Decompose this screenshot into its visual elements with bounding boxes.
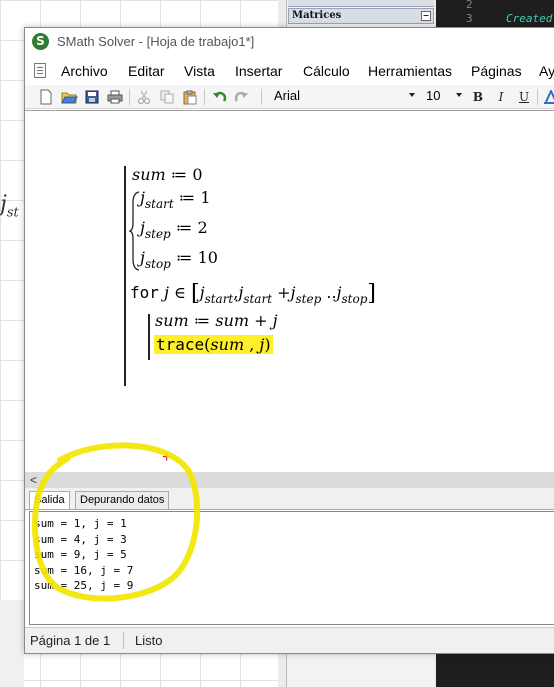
- status-page-count: Página 1 de 1: [30, 633, 111, 648]
- jstep-assign-expr[interactable]: jstep ≔ 2: [140, 218, 208, 241]
- size-dropdown-icon[interactable]: [456, 93, 462, 97]
- output-panel[interactable]: sum = 1, j = 1 sum = 4, j = 3 sum = 9, j…: [29, 511, 554, 625]
- new-document-icon[interactable]: [37, 88, 55, 106]
- document-menu-icon[interactable]: [34, 63, 46, 78]
- status-state: Listo: [135, 633, 163, 648]
- tab-salida[interactable]: Salida: [29, 491, 70, 509]
- program-block-bar: [124, 166, 126, 386]
- menu-calculo[interactable]: Cálculo: [303, 63, 350, 79]
- output-line: sum = 4, j = 3: [34, 532, 127, 546]
- line-number: 3: [466, 12, 473, 25]
- smath-app-icon[interactable]: S: [32, 33, 49, 50]
- font-family-select[interactable]: Arial: [270, 86, 420, 106]
- loop-body-bar: [148, 314, 150, 360]
- desktop: jst Matrices − 2 3 Created S SMath Solve…: [0, 0, 554, 687]
- print-icon[interactable]: [106, 88, 124, 106]
- trace-call-expr[interactable]: trace(sum , j): [154, 335, 273, 354]
- insertion-cursor: +: [162, 449, 172, 466]
- menu-paginas[interactable]: Páginas: [471, 63, 522, 79]
- matrices-panel-label: Matrices: [292, 10, 342, 21]
- for-loop-header[interactable]: for j ∈ [jstart,jstart +jstep ..jstop]: [130, 281, 376, 306]
- menu-bar: Archivo Editar Vista Insertar Cálculo He…: [25, 58, 554, 84]
- save-icon[interactable]: [83, 88, 101, 106]
- output-line: sum = 25, j = 9: [34, 579, 134, 592]
- menu-insertar[interactable]: Insertar: [235, 63, 282, 79]
- background-math-fragment: jst: [0, 192, 19, 221]
- cut-icon[interactable]: [135, 88, 153, 106]
- scroll-left-icon[interactable]: <: [30, 473, 37, 487]
- bold-button[interactable]: B: [470, 88, 486, 106]
- open-folder-icon[interactable]: [60, 88, 78, 106]
- matrices-panel-header[interactable]: Matrices −: [288, 8, 434, 24]
- jstop-assign-expr[interactable]: jstop ≔ 10: [140, 248, 218, 271]
- window-title: SMath Solver - [Hoja de trabajo1*]: [57, 34, 255, 49]
- background-strip: [0, 600, 24, 687]
- sum-update-expr[interactable]: sum ≔ sum + j: [155, 311, 278, 330]
- underline-button[interactable]: U: [516, 88, 532, 106]
- copy-icon[interactable]: [158, 88, 176, 106]
- redo-icon[interactable]: [233, 88, 251, 106]
- horizontal-scrollbar[interactable]: <: [25, 472, 554, 488]
- menu-archivo[interactable]: Archivo: [61, 63, 108, 79]
- paste-icon[interactable]: [181, 88, 199, 106]
- menu-herramientas[interactable]: Herramientas: [368, 63, 452, 79]
- output-line: sum = 1, j = 1: [34, 517, 127, 530]
- code-token: Created: [506, 12, 553, 25]
- output-tabs: Salida Depurando datos: [25, 488, 554, 510]
- jstart-assign-expr[interactable]: jstart ≔ 1: [140, 188, 211, 211]
- title-bar[interactable]: S SMath Solver - [Hoja de trabajo1*]: [25, 28, 554, 56]
- sum-init-expr[interactable]: sum ≔ 0: [132, 165, 203, 184]
- output-line: sum = 9, j = 5: [34, 548, 127, 561]
- menu-vista[interactable]: Vista: [184, 63, 215, 79]
- menu-editar[interactable]: Editar: [128, 63, 165, 79]
- output-line: sum = 16, j = 7: [34, 563, 134, 577]
- menu-ayuda[interactable]: Ay: [539, 63, 554, 79]
- font-dropdown-icon[interactable]: [409, 93, 415, 97]
- line-number: 2: [466, 0, 473, 11]
- smath-window: S SMath Solver - [Hoja de trabajo1*] Arc…: [24, 27, 554, 654]
- tab-depurando-datos[interactable]: Depurando datos: [75, 491, 170, 509]
- undo-icon[interactable]: [210, 88, 228, 106]
- worksheet[interactable]: sum ≔ 0 jstart ≔ 1 jstep ≔ 2 jstop ≔ 10 …: [25, 110, 554, 472]
- text-color-icon[interactable]: [542, 88, 554, 106]
- italic-button[interactable]: I: [493, 88, 509, 106]
- background-panel-top: [288, 0, 434, 7]
- status-bar: Página 1 de 1 Listo: [25, 627, 554, 653]
- toolbar: Arial 10 B I U: [25, 85, 554, 109]
- collapse-icon[interactable]: −: [421, 11, 431, 21]
